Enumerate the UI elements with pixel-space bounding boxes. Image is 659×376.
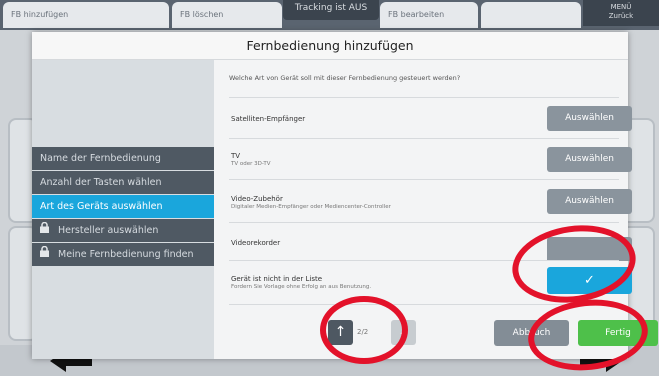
step-label: Hersteller auswählen: [58, 225, 159, 236]
device-row-tv: TV TV oder 3D-TV Auswählen: [229, 138, 632, 179]
step-label: Meine Fernbedienung finden: [58, 249, 194, 260]
step-button-count[interactable]: Anzahl der Tasten wählen: [32, 171, 214, 194]
device-subtitle: Fordern Sie Vorlage ohne Erfolg an aus B…: [231, 284, 372, 290]
step-manufacturer: Hersteller auswählen: [32, 219, 214, 242]
back-label: Zurück: [608, 12, 634, 20]
annotation-ring: [320, 296, 408, 364]
device-title: Satelliten-Empfänger: [231, 115, 306, 123]
device-subtitle: Digitaler Medien-Empfänger oder Medience…: [231, 204, 391, 210]
tab-add-remote[interactable]: FB hinzufügen: [3, 2, 169, 28]
menu-label: MENÜ: [610, 3, 632, 11]
device-title: Gerät ist nicht in der Liste: [231, 275, 323, 283]
device-title: Videorekorder: [231, 239, 281, 247]
step-remote-name[interactable]: Name der Fernbedienung: [32, 147, 214, 170]
device-row-satellite: Satelliten-Empfänger Auswählen: [229, 97, 632, 138]
tab-delete-remote[interactable]: FB löschen: [172, 2, 282, 28]
tracking-status: Tracking ist AUS: [283, 0, 379, 20]
select-tv-button[interactable]: Auswählen: [547, 147, 632, 172]
tab-label: FB hinzufügen: [11, 10, 69, 19]
step-find-remote: Meine Fernbedienung finden: [32, 243, 214, 266]
step-label: Name der Fernbedienung: [40, 153, 161, 164]
tab-edit-remote[interactable]: FB bearbeiten: [380, 2, 478, 28]
device-title: Video-Zubehör: [231, 195, 283, 203]
menu-button[interactable]: MENÜ Zurück: [583, 0, 659, 26]
steps-sidebar: Name der Fernbedienung Anzahl der Tasten…: [32, 60, 226, 359]
select-video-accessory-button[interactable]: Auswählen: [547, 189, 632, 214]
step-label: Art des Geräts auswählen: [40, 201, 163, 212]
tab-empty: [481, 2, 581, 28]
device-row-video-accessory: Video-Zubehör Digitaler Medien-Empfänger…: [229, 179, 632, 222]
question-text: Welche Art von Gerät soll mit dieser Fer…: [229, 74, 461, 82]
device-title: TV: [231, 152, 241, 160]
lock-icon: [40, 219, 50, 242]
lock-icon: [40, 243, 50, 266]
select-satellite-button[interactable]: Auswählen: [547, 106, 632, 131]
device-subtitle: TV oder 3D-TV: [231, 161, 271, 167]
tab-label: FB löschen: [180, 10, 224, 19]
tab-label: FB bearbeiten: [388, 10, 445, 19]
step-label: Anzahl der Tasten wählen: [40, 177, 162, 188]
step-device-type[interactable]: Art des Geräts auswählen: [32, 195, 226, 218]
dialog-title: Fernbedienung hinzufügen: [32, 32, 628, 60]
